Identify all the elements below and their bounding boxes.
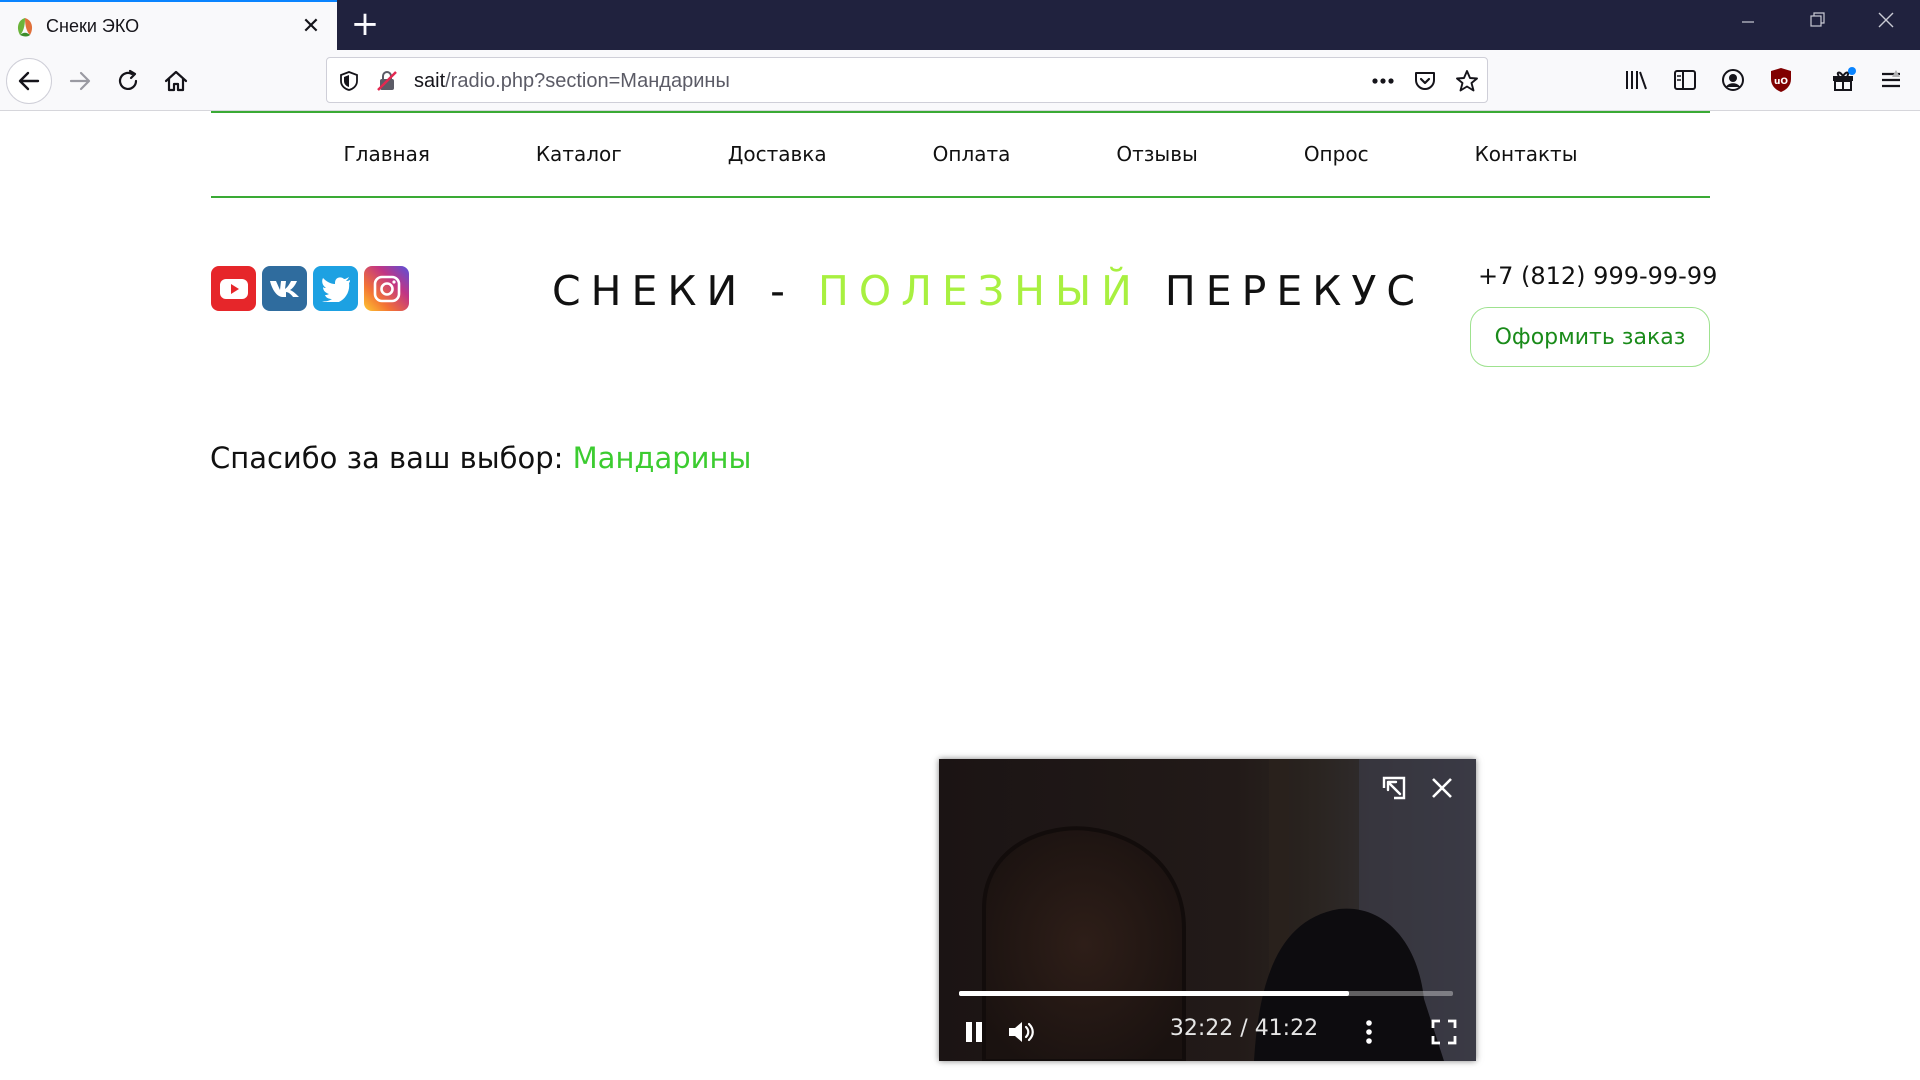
fullscreen-icon[interactable] <box>1429 1017 1459 1047</box>
ublock-icon[interactable]: uO <box>1762 61 1800 99</box>
video-progress-fill <box>959 991 1350 996</box>
return-to-tab-icon[interactable] <box>1379 773 1409 803</box>
url-path: /radio.php?section=Мандарины <box>445 70 730 92</box>
order-button[interactable]: Оформить заказ <box>1470 307 1710 367</box>
restore-icon[interactable] <box>1797 10 1837 40</box>
menu-item-reviews[interactable]: Отзывы <box>1116 142 1197 166</box>
url-text: sait/radio.php?section=Мандарины <box>414 70 730 93</box>
address-bar[interactable]: sait/radio.php?section=Мандарины <box>326 57 1488 103</box>
menu-item-home[interactable]: Главная <box>343 142 429 166</box>
thanks-message: Спасибо за ваш выбор: Мандарины <box>210 441 751 475</box>
tab-title: Снеки ЭКО <box>46 16 140 36</box>
new-tab-icon[interactable]: + <box>349 7 381 41</box>
minimize-icon[interactable] <box>1728 10 1768 40</box>
phone-number[interactable]: +7 (812) 999-99-99 <box>1478 262 1717 290</box>
menu-top-divider <box>211 111 1710 113</box>
menu-icon[interactable] <box>1872 61 1910 99</box>
home-icon[interactable] <box>156 61 196 101</box>
shield-icon[interactable] <box>335 67 363 95</box>
more-options-icon[interactable] <box>1357 1017 1381 1047</box>
instagram-icon[interactable] <box>364 266 409 311</box>
volume-icon[interactable] <box>1005 1017 1039 1047</box>
tab-close-icon[interactable]: ✕ <box>298 13 324 39</box>
pip-video-player[interactable]: 32:22 / 41:22 <box>939 759 1476 1061</box>
library-icon[interactable] <box>1618 61 1656 99</box>
video-time: 32:22 / 41:22 <box>1169 1016 1319 1041</box>
site-slogan: СНЕКИ - ПОЛЕЗНЫЙ ПЕРЕКУС <box>552 267 1425 315</box>
pause-icon[interactable] <box>959 1017 989 1047</box>
menu-item-survey[interactable]: Опрос <box>1304 142 1369 166</box>
slogan-part1: СНЕКИ - <box>552 267 819 315</box>
menu-item-catalog[interactable]: Каталог <box>536 142 622 166</box>
menu-item-delivery[interactable]: Доставка <box>728 142 827 166</box>
menu-item-payment[interactable]: Оплата <box>933 142 1011 166</box>
menu-item-contacts[interactable]: Контакты <box>1475 142 1578 166</box>
navigation-toolbar: sait/radio.php?section=Мандарины uO <box>0 50 1920 111</box>
reload-icon[interactable] <box>108 61 148 101</box>
youtube-icon[interactable] <box>211 266 256 311</box>
twitter-icon[interactable] <box>313 266 358 311</box>
selected-choice: Мандарины <box>572 441 752 475</box>
back-arrow-icon[interactable] <box>6 58 52 104</box>
account-icon[interactable] <box>1714 61 1752 99</box>
svg-text:uO: uO <box>1774 77 1788 87</box>
slogan-part2: ПЕРЕКУС <box>1141 267 1425 315</box>
leaf-favicon-icon <box>14 16 36 38</box>
insecure-lock-icon[interactable] <box>373 67 401 95</box>
forward-arrow-icon[interactable] <box>60 61 100 101</box>
url-host: sait <box>414 70 446 92</box>
close-window-icon[interactable] <box>1866 10 1906 40</box>
slogan-highlight: ПОЛЕЗНЫЙ <box>818 267 1142 315</box>
thanks-prefix: Спасибо за ваш выбор: <box>210 441 573 475</box>
sidebar-icon[interactable] <box>1666 61 1704 99</box>
pocket-icon[interactable] <box>1411 67 1439 95</box>
close-pip-icon[interactable] <box>1427 773 1457 803</box>
browser-tab[interactable]: Снеки ЭКО ✕ <box>0 0 337 50</box>
social-links <box>211 266 409 311</box>
menu-bottom-divider <box>211 196 1710 198</box>
extensions-icon[interactable] <box>1824 61 1862 99</box>
main-menu: Главная Каталог Доставка Оплата Отзывы О… <box>211 123 1710 185</box>
bookmark-star-icon[interactable] <box>1453 67 1481 95</box>
vk-icon[interactable] <box>262 266 307 311</box>
tab-bar: Снеки ЭКО ✕ + <box>0 0 1920 50</box>
more-actions-icon[interactable] <box>1369 67 1397 95</box>
video-progress-bar[interactable] <box>959 991 1453 996</box>
